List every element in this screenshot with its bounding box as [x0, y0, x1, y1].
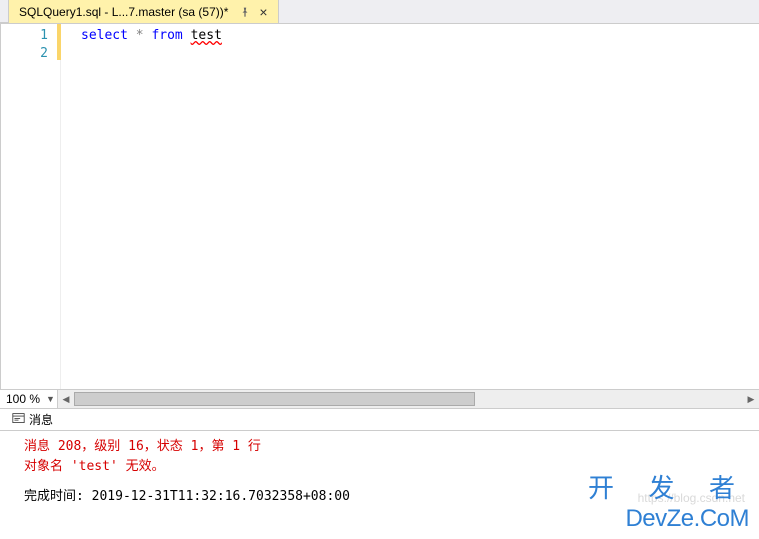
zoom-row: 100 % ▼ ◀ ▶	[0, 389, 759, 409]
messages-icon	[12, 412, 25, 428]
tab-bar: SQLQuery1.sql - L...7.master (sa (57))* …	[0, 0, 759, 24]
keyword-from: from	[151, 28, 182, 43]
file-tab[interactable]: SQLQuery1.sql - L...7.master (sa (57))* …	[8, 0, 279, 23]
chevron-down-icon: ▼	[46, 394, 55, 404]
messages-tab[interactable]: 消息	[4, 409, 61, 430]
code-line: select * from test	[81, 27, 759, 45]
editor: 1 2 select * from test	[0, 24, 759, 389]
line-gutter: 1 2	[1, 24, 61, 389]
pin-icon[interactable]	[238, 5, 252, 19]
whitespace	[183, 28, 191, 43]
messages-panel[interactable]: 消息 208，级别 16，状态 1，第 1 行 对象名 'test' 无效。 完…	[0, 431, 759, 539]
zoom-value: 100 %	[6, 392, 40, 406]
error-message-header: 消息 208，级别 16，状态 1，第 1 行	[24, 437, 749, 457]
token-test: test	[191, 28, 222, 43]
line-number: 2	[1, 45, 60, 63]
scroll-thumb[interactable]	[74, 392, 475, 406]
close-icon[interactable]: ×	[256, 5, 270, 19]
scroll-left-button[interactable]: ◀	[58, 390, 74, 408]
scroll-right-button[interactable]: ▶	[743, 390, 759, 408]
code-line	[81, 45, 759, 63]
file-tab-title: SQLQuery1.sql - L...7.master (sa (57))*	[19, 5, 228, 19]
completion-time: 完成时间: 2019-12-31T11:32:16.7032358+08:00	[24, 487, 749, 507]
modified-line-margin	[57, 24, 61, 60]
error-message-detail: 对象名 'test' 无效。	[24, 457, 749, 477]
code-area[interactable]: select * from test	[61, 24, 759, 389]
horizontal-scrollbar[interactable]: ◀ ▶	[58, 390, 759, 408]
tab-spacer	[0, 0, 8, 23]
line-number: 1	[1, 27, 60, 45]
operator-star: *	[128, 28, 151, 43]
keyword-select: select	[81, 28, 128, 43]
scroll-track[interactable]	[74, 390, 743, 408]
messages-tab-row: 消息	[0, 409, 759, 431]
zoom-dropdown[interactable]: 100 % ▼	[0, 390, 58, 408]
messages-tab-label: 消息	[29, 411, 53, 428]
